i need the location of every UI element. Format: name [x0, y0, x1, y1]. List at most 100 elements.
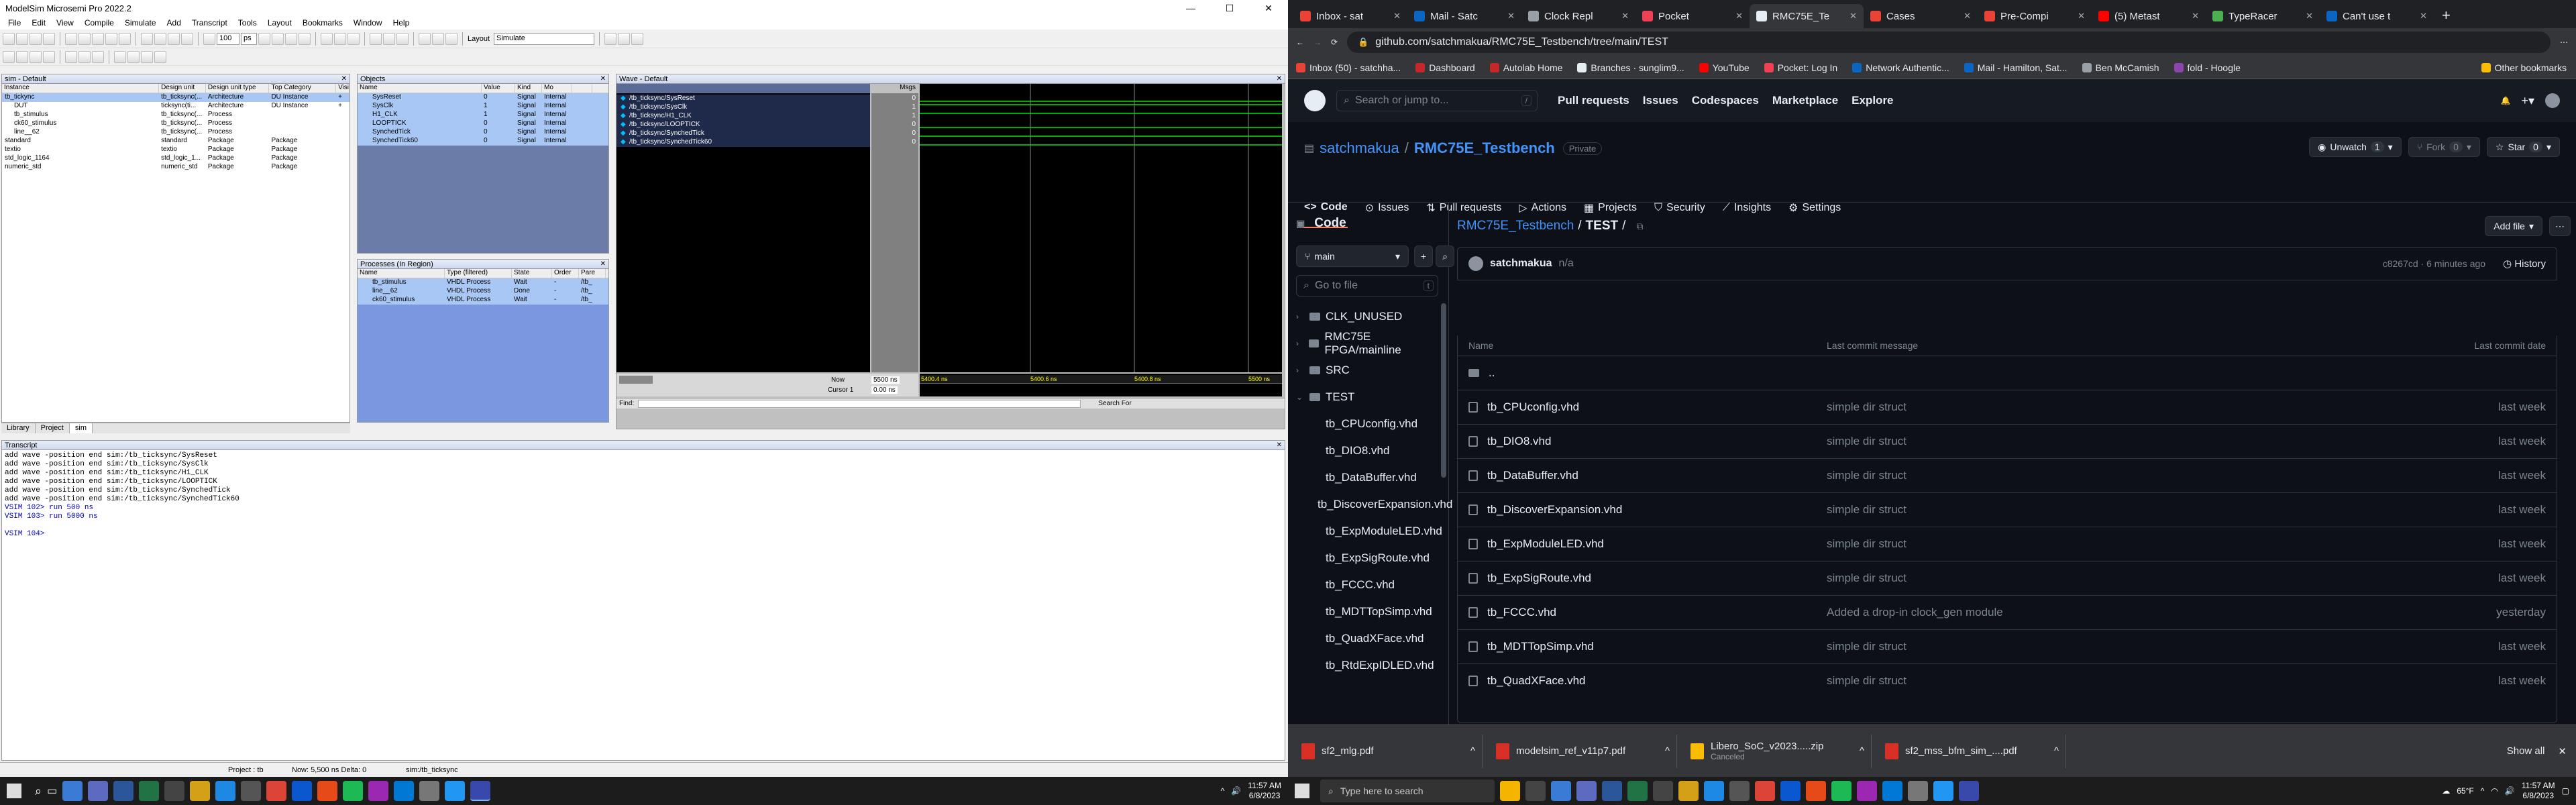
- file-row[interactable]: tb_MDTTopSimp.vhd simple dir struct last w…: [1458, 629, 2557, 663]
- reload-icon[interactable]: ⟳: [1331, 38, 1338, 47]
- cut-icon[interactable]: [65, 32, 77, 45]
- file-name-link[interactable]: tb_FCCC.vhd: [1487, 606, 1556, 619]
- app-icon[interactable]: [1500, 781, 1520, 801]
- chevron-up-icon[interactable]: ^: [1860, 745, 1864, 757]
- break-icon[interactable]: [181, 32, 193, 45]
- file-row[interactable]: tb_FCCC.vhd Added a drop-in clock_gen mod…: [1458, 595, 2557, 629]
- teams-icon[interactable]: [88, 781, 109, 801]
- download-item[interactable]: Libero_SoC_v2023.....zip Canceled ^: [1690, 734, 1872, 768]
- layout-select[interactable]: Simulate: [494, 32, 595, 45]
- app-icon[interactable]: [1729, 781, 1750, 801]
- avatar[interactable]: [1468, 256, 1483, 271]
- nav-marketplace[interactable]: Marketplace: [1772, 94, 1838, 107]
- file-name-link[interactable]: tb_ExpModuleLED.vhd: [1487, 537, 1604, 551]
- memory-icon[interactable]: [396, 32, 409, 45]
- menu-tools[interactable]: Tools: [233, 18, 262, 28]
- excel-icon[interactable]: [1627, 781, 1648, 801]
- menu-view[interactable]: View: [51, 18, 79, 28]
- nav-codespaces[interactable]: Codespaces: [1692, 94, 1759, 107]
- new-icon[interactable]: [3, 32, 15, 45]
- sim-tree-row[interactable]: textio textio Package Package: [2, 146, 350, 154]
- object-row[interactable]: SysClk 1 Signal Internal: [358, 102, 608, 111]
- settings-icon[interactable]: [419, 781, 440, 801]
- chevron-up-icon[interactable]: ^: [2481, 786, 2485, 796]
- sim-tree-row[interactable]: ck60_stimulus tb_ticksync(... Process: [2, 119, 350, 128]
- minimize-button[interactable]: —: [1171, 3, 1210, 14]
- menu-window[interactable]: Window: [348, 18, 388, 28]
- close-tab-icon[interactable]: ✕: [1849, 11, 1857, 21]
- open-icon[interactable]: [16, 32, 28, 45]
- word-icon[interactable]: [113, 781, 134, 801]
- github-search-input[interactable]: ⌕ Search or jump to... /: [1336, 90, 1538, 111]
- file-name-link[interactable]: tb_DataBuffer.vhd: [1487, 469, 1578, 482]
- zoom-in-icon[interactable]: [3, 50, 15, 63]
- extensions-icon[interactable]: ⋯: [2560, 38, 2568, 47]
- wave-signal-row[interactable]: ◆/tb_ticksync/SynchedTick: [616, 129, 870, 138]
- waveform-canvas[interactable]: [920, 84, 1282, 372]
- compile-all-icon[interactable]: [154, 32, 166, 45]
- window-icon[interactable]: [618, 32, 631, 45]
- settings-icon[interactable]: [1908, 781, 1928, 801]
- outlook-icon[interactable]: [394, 781, 415, 801]
- browser-tab[interactable]: Can't use t ✕: [2320, 4, 2434, 28]
- file-commit-message[interactable]: simple dir struct: [1827, 537, 2456, 551]
- app-icon[interactable]: [292, 781, 313, 801]
- commit-author[interactable]: satchmakua: [1490, 258, 1552, 270]
- col-mode[interactable]: Mo: [542, 84, 572, 93]
- file-name-link[interactable]: tb_DIO8.vhd: [1487, 435, 1551, 448]
- compile-icon[interactable]: [141, 32, 153, 45]
- run-all-icon[interactable]: [285, 32, 297, 45]
- col-top-category[interactable]: Top Category: [269, 84, 337, 93]
- col-instance[interactable]: Instance: [2, 84, 160, 93]
- close-tab-icon[interactable]: ✕: [2306, 11, 2313, 21]
- modelsim-icon[interactable]: [470, 781, 491, 801]
- bookmark-item[interactable]: Pocket: Log In: [1764, 62, 1837, 73]
- teams-icon[interactable]: [1576, 781, 1597, 801]
- file-commit-message[interactable]: simple dir struct: [1827, 572, 2456, 585]
- sim-tree-row[interactable]: numeric_std numeric_std Package Package: [2, 163, 350, 172]
- file-row[interactable]: tb_QuadXFace.vhd simple dir struct last we…: [1458, 663, 2557, 698]
- search-icon[interactable]: ⌕: [35, 784, 42, 798]
- browser-tab[interactable]: Inbox - sat ✕: [1293, 4, 1407, 28]
- edge-icon[interactable]: [215, 781, 236, 801]
- sim-tree-row[interactable]: standard standard Package Package: [2, 137, 350, 146]
- coverage-icon[interactable]: [383, 32, 395, 45]
- object-row[interactable]: SysReset 0 Signal Internal: [358, 93, 608, 102]
- col-design-unit[interactable]: Design unit: [159, 84, 206, 93]
- spotify-icon[interactable]: [1831, 781, 1851, 801]
- modelsim-icon[interactable]: [1959, 781, 1979, 801]
- print-icon[interactable]: [43, 32, 55, 45]
- object-row[interactable]: LOOPTICK 0 Signal Internal: [358, 119, 608, 128]
- download-item[interactable]: sf2_mss_bfm_sim_....pdf ^: [1885, 734, 2066, 768]
- taskbar-search-input[interactable]: ⌕ Type here to search: [1320, 780, 1495, 802]
- file-explorer-icon[interactable]: [62, 781, 83, 801]
- save-icon[interactable]: [30, 32, 42, 45]
- edge-icon[interactable]: [1704, 781, 1724, 801]
- file-commit-message[interactable]: simple dir struct: [1827, 674, 2456, 688]
- menu-edit[interactable]: Edit: [26, 18, 51, 28]
- select-mode-icon[interactable]: [65, 50, 77, 63]
- app-icon[interactable]: [445, 781, 466, 801]
- browser-tab[interactable]: Pocket ✕: [1635, 4, 1750, 28]
- browser-tab[interactable]: Mail - Satc ✕: [1407, 4, 1521, 28]
- down-icon[interactable]: [432, 32, 444, 45]
- avatar[interactable]: [2545, 93, 2560, 108]
- menu-layout[interactable]: Layout: [262, 18, 297, 28]
- copy-icon[interactable]: [78, 32, 91, 45]
- wifi-icon[interactable]: ◠: [2491, 786, 2498, 796]
- col-visibility[interactable]: Visi: [336, 84, 350, 93]
- outlook-icon[interactable]: [1882, 781, 1902, 801]
- bookmark-item[interactable]: Ben McCamish: [2082, 62, 2159, 73]
- menu-compile[interactable]: Compile: [79, 18, 119, 28]
- close-icon[interactable]: ✕: [2558, 745, 2567, 757]
- download-item[interactable]: modelsim_ref_v11p7.pdf ^: [1496, 734, 1677, 768]
- close-tab-icon[interactable]: ✕: [2192, 11, 2199, 21]
- speaker-icon[interactable]: 🔊: [2505, 786, 2515, 796]
- col-name[interactable]: Name: [358, 269, 445, 278]
- bookmark-item[interactable]: Dashboard: [1415, 62, 1475, 73]
- col-order[interactable]: Order: [552, 269, 579, 278]
- download-item[interactable]: sf2_mlg.pdf ^: [1301, 734, 1483, 768]
- file-row[interactable]: tb_ExpModuleLED.vhd simple dir struct last…: [1458, 527, 2557, 561]
- close-icon[interactable]: ✕: [600, 260, 608, 268]
- file-explorer-icon[interactable]: [1551, 781, 1571, 801]
